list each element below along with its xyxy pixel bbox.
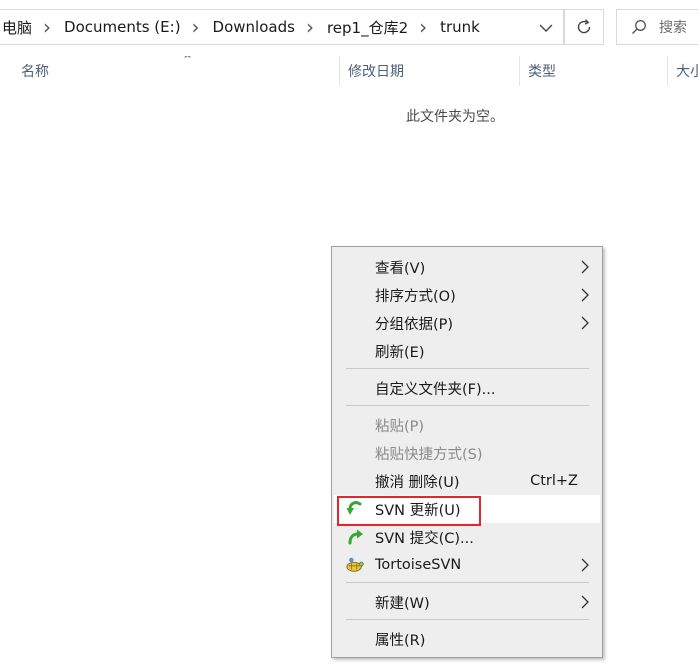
menu-separator xyxy=(346,405,589,406)
search-input[interactable]: 搜索 xyxy=(616,9,698,45)
breadcrumb-item-documents[interactable]: Documents (E:) xyxy=(62,18,181,36)
column-header-size[interactable]: 大小 xyxy=(668,56,698,86)
menu-item-paste[interactable]: 粘贴(P) xyxy=(334,411,600,439)
breadcrumb-separator-icon[interactable] xyxy=(408,17,438,38)
empty-folder-message: 此文件夹为空。 xyxy=(406,109,504,125)
menu-item-label: 粘贴快捷方式(S) xyxy=(375,446,483,463)
breadcrumb-item-rep1[interactable]: rep1_仓库2 xyxy=(325,17,408,38)
menu-item-properties[interactable]: 属性(R) xyxy=(334,625,600,653)
menu-item-label: 粘贴(P) xyxy=(375,418,425,435)
column-header-type[interactable]: 类型 xyxy=(520,56,668,86)
chevron-right-icon xyxy=(581,316,589,330)
menu-item-svn-commit[interactable]: SVN 提交(C)... xyxy=(334,523,600,551)
refresh-icon xyxy=(575,18,593,36)
menu-item-shortcut: Ctrl+Z xyxy=(530,473,578,489)
refresh-button[interactable] xyxy=(564,9,604,45)
menu-separator xyxy=(346,582,589,583)
chevron-right-icon xyxy=(581,288,589,302)
menu-item-label: 自定义文件夹(F)... xyxy=(375,381,496,398)
chevron-right-icon xyxy=(581,558,589,572)
menu-separator xyxy=(346,368,589,369)
menu-item-refresh[interactable]: 刷新(E) xyxy=(334,337,600,365)
breadcrumb-item-trunk[interactable]: trunk xyxy=(438,18,480,36)
sort-ascending-icon: ⌃ xyxy=(181,56,195,66)
column-header-size-label: 大小 xyxy=(676,64,698,80)
menu-item-label: SVN 提交(C)... xyxy=(375,530,474,547)
menu-item-label: 新建(W) xyxy=(375,595,430,612)
search-icon xyxy=(631,19,647,35)
breadcrumb[interactable]: 电脑 Documents (E:) Downloads rep1_仓库2 tru… xyxy=(0,9,564,45)
menu-item-label: 查看(V) xyxy=(375,260,426,277)
svn-commit-icon xyxy=(346,528,364,546)
menu-item-svn-update[interactable]: SVN 更新(U) xyxy=(334,495,600,523)
search-placeholder: 搜索 xyxy=(659,20,687,36)
menu-item-label: 属性(R) xyxy=(375,632,426,649)
tortoisesvn-icon xyxy=(346,556,364,574)
breadcrumb-item-computer[interactable]: 电脑 xyxy=(0,17,32,38)
chevron-right-icon xyxy=(581,260,589,274)
menu-item-customize-folder[interactable]: 自定义文件夹(F)... xyxy=(334,374,600,402)
column-header-date-modified[interactable]: 修改日期 xyxy=(340,56,520,86)
menu-separator xyxy=(346,619,589,620)
address-row: 电脑 Documents (E:) Downloads rep1_仓库2 tru… xyxy=(0,0,698,56)
menu-item-label: 刷新(E) xyxy=(375,344,425,361)
menu-item-label: 排序方式(O) xyxy=(375,288,456,305)
column-header-type-label: 类型 xyxy=(528,64,556,80)
breadcrumb-separator-icon[interactable] xyxy=(32,17,62,38)
menu-item-paste-shortcut[interactable]: 粘贴快捷方式(S) xyxy=(334,439,600,467)
breadcrumb-separator-icon[interactable] xyxy=(181,17,211,38)
menu-item-label: 撤消 删除(U) xyxy=(375,474,460,491)
chevron-right-icon xyxy=(581,595,589,609)
breadcrumb-item-downloads[interactable]: Downloads xyxy=(211,18,295,36)
column-header-name-label: 名称 xyxy=(21,64,49,80)
menu-item-label: TortoiseSVN xyxy=(375,557,462,573)
menu-item-group-by[interactable]: 分组依据(P) xyxy=(334,309,600,337)
column-header: 名称 ⌃ 修改日期 类型 大小 xyxy=(0,56,698,86)
menu-item-sort-by[interactable]: 排序方式(O) xyxy=(334,281,600,309)
breadcrumb-separator-icon[interactable] xyxy=(295,17,325,38)
menu-item-undo-delete[interactable]: 撤消 删除(U) Ctrl+Z xyxy=(334,467,600,495)
menu-item-tortoisesvn[interactable]: TortoiseSVN xyxy=(334,551,600,579)
menu-item-view[interactable]: 查看(V) xyxy=(334,253,600,281)
menu-item-label: 分组依据(P) xyxy=(375,316,454,333)
chevron-down-icon[interactable] xyxy=(535,17,557,39)
menu-item-label: SVN 更新(U) xyxy=(375,502,461,519)
column-header-name[interactable]: 名称 ⌃ xyxy=(13,56,340,86)
column-header-date-label: 修改日期 xyxy=(348,64,404,80)
menu-item-new[interactable]: 新建(W) xyxy=(334,588,600,616)
context-menu: 查看(V) 排序方式(O) 分组依据(P) 刷新(E) 自定义文件夹(F)...… xyxy=(331,246,603,658)
svn-update-icon xyxy=(346,500,364,518)
